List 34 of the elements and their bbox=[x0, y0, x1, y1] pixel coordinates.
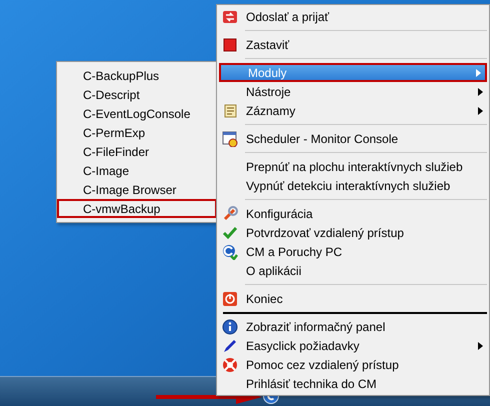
submenu-item[interactable]: C-EventLogConsole bbox=[59, 104, 215, 123]
submenu-item[interactable]: C-FileFinder bbox=[59, 142, 215, 161]
submenu-item[interactable]: C-BackupPlus bbox=[59, 66, 215, 85]
info-icon bbox=[222, 318, 238, 334]
submenu-item[interactable]: C-vmwBackup bbox=[57, 199, 217, 218]
menu-item[interactable]: Potvrdzovať vzdialený prístup bbox=[219, 223, 487, 242]
menu-item[interactable]: Odoslať a prijať bbox=[219, 7, 487, 26]
submenu-item[interactable]: C-PermExp bbox=[59, 123, 215, 142]
menu-item[interactable]: Zobraziť informačný panel bbox=[219, 317, 487, 336]
menu-item[interactable]: Koniec bbox=[219, 289, 487, 308]
scroll-icon bbox=[222, 102, 238, 118]
lifebuoy-icon bbox=[222, 356, 238, 372]
submenu-item[interactable]: C-Descript bbox=[59, 85, 215, 104]
calendar-clock-icon bbox=[222, 130, 238, 146]
submenu-item[interactable]: C-Image Browser bbox=[59, 180, 215, 199]
stop-icon bbox=[222, 36, 238, 52]
menu-item[interactable]: Scheduler - Monitor Console bbox=[219, 129, 487, 148]
menu-item[interactable]: O aplikácii bbox=[219, 261, 487, 280]
power-icon bbox=[222, 290, 238, 306]
send-receive-icon bbox=[222, 8, 238, 24]
menu-item[interactable]: Pomoc cez vzdialený prístup bbox=[219, 355, 487, 374]
menu-item[interactable]: Nástroje bbox=[219, 82, 487, 101]
menu-item[interactable]: CM a Poruchy PC bbox=[219, 242, 487, 261]
menu-item[interactable]: Prihlásiť technika do CM bbox=[219, 374, 487, 393]
submenu-item[interactable]: C-Image bbox=[59, 161, 215, 180]
menu-item[interactable]: Záznamy bbox=[219, 101, 487, 120]
checkmark-icon bbox=[222, 224, 238, 240]
menu-item[interactable]: Zastaviť bbox=[219, 35, 487, 54]
pen-icon bbox=[222, 338, 238, 354]
menu-item[interactable]: Prepnúť na plochu interaktívnych služieb bbox=[219, 157, 487, 176]
menu-item[interactable]: Vypnúť detekciu interaktívnych služieb bbox=[219, 176, 487, 195]
menu-item[interactable]: Konfigurácia bbox=[219, 204, 487, 223]
refresh-icon bbox=[222, 244, 238, 260]
menu-item[interactable]: Easyclick požiadavky bbox=[219, 336, 487, 355]
